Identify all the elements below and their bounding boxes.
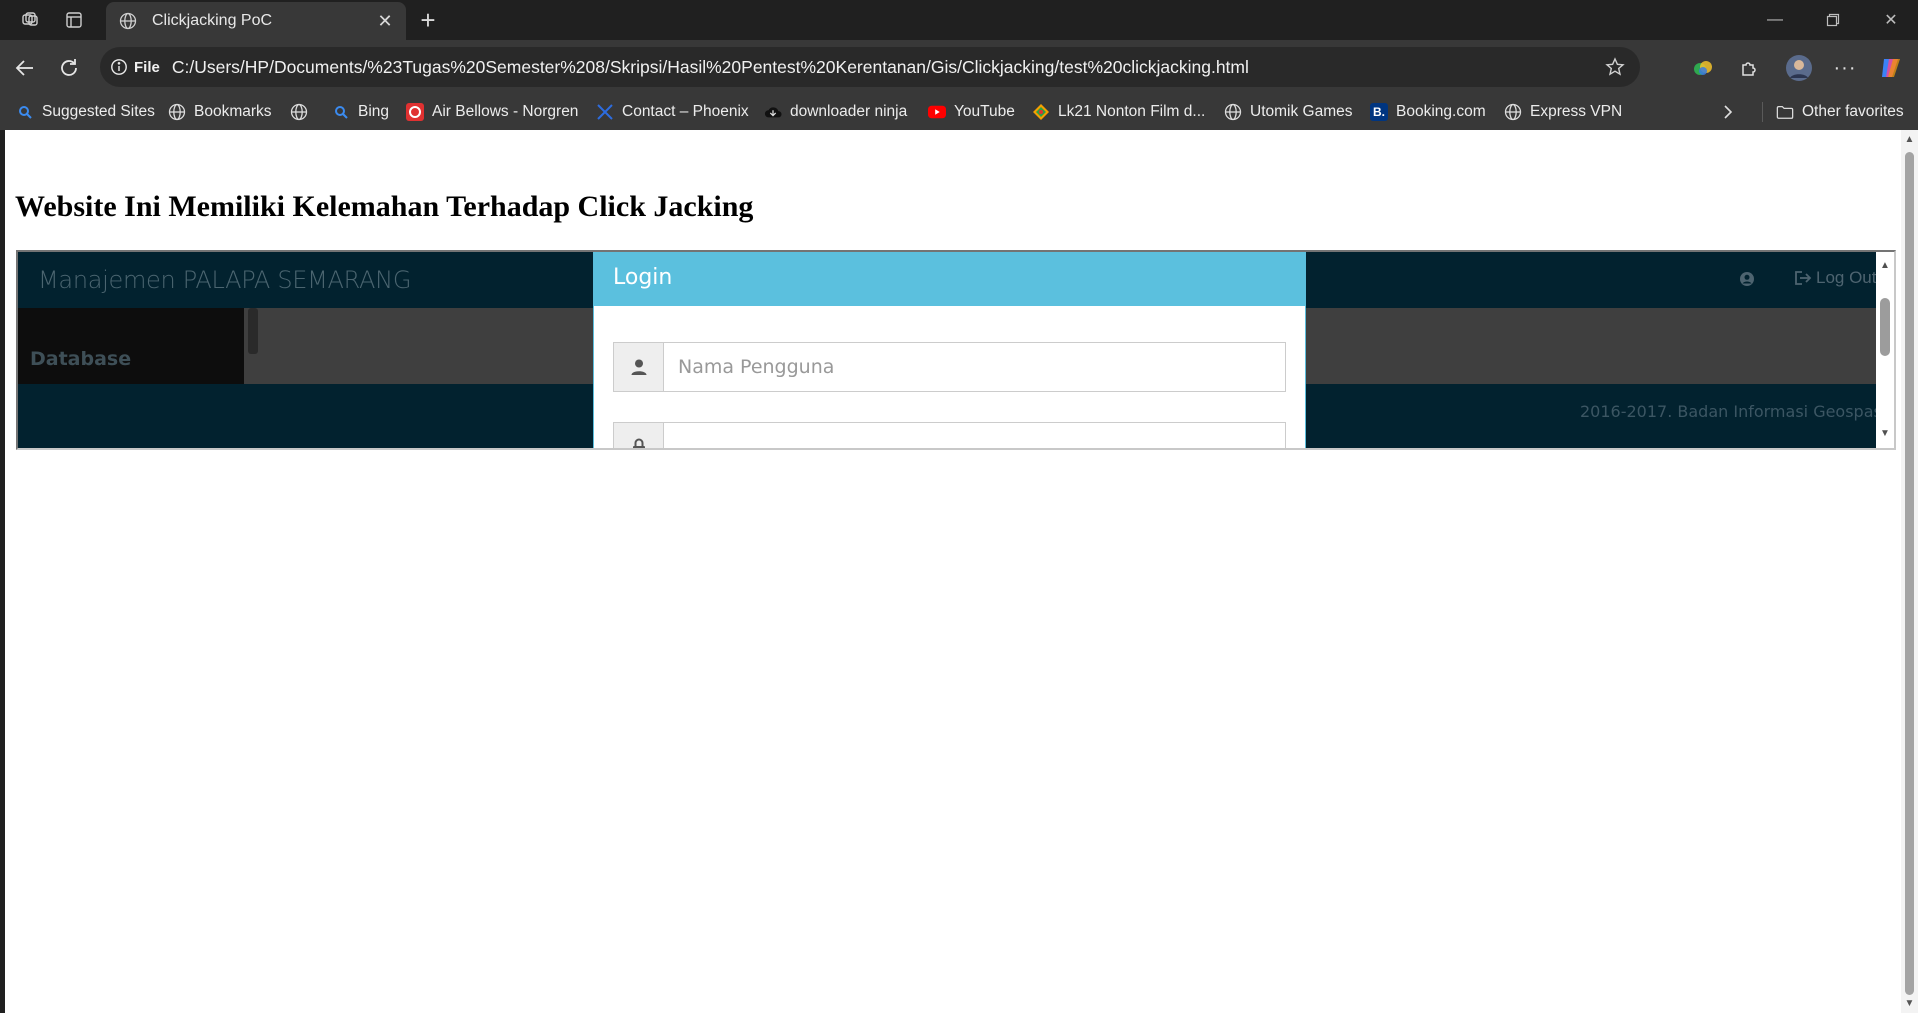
favorite-suggested-sites[interactable]: Suggested Sites xyxy=(16,100,155,124)
tab-strip: Clickjacking PoC ✕ + — ✕ xyxy=(0,0,1918,40)
iframe-scroll-thumb[interactable] xyxy=(1880,298,1890,356)
globe-icon xyxy=(290,103,308,121)
favorite-label: Utomik Games xyxy=(1250,103,1353,120)
scroll-down-icon[interactable]: ▼ xyxy=(1904,998,1915,1009)
site-brand[interactable]: Manajemen PALAPA SEMARANG xyxy=(38,266,411,294)
favorite-bing[interactable]: Bing xyxy=(332,100,389,124)
favorite-label: YouTube xyxy=(954,103,1015,120)
favorite-label: Suggested Sites xyxy=(42,103,155,120)
page-title: Website Ini Memiliki Kelemahan Terhadap … xyxy=(15,190,754,223)
sidebar-item-database[interactable]: Database xyxy=(30,348,131,370)
tab-clickjacking-poc[interactable]: Clickjacking PoC ✕ xyxy=(106,2,406,40)
globe-icon xyxy=(168,103,186,121)
search-icon xyxy=(332,103,350,121)
password-input[interactable] xyxy=(664,423,1285,448)
login-modal-title: Login xyxy=(594,252,1305,306)
favorite-label: Booking.com xyxy=(1396,103,1486,120)
address-bar[interactable]: File C:/Users/HP/Documents/%23Tugas%20Se… xyxy=(100,47,1640,87)
clickjacking-iframe[interactable]: Manajemen PALAPA SEMARANG Log Out Databa… xyxy=(16,250,1896,450)
scroll-up-icon[interactable]: ▲ xyxy=(1880,260,1890,271)
info-icon xyxy=(111,59,127,75)
favorite-label: Bookmarks xyxy=(194,103,272,120)
sidebar-scrollbar[interactable] xyxy=(248,308,258,354)
footer-copyright: 2016-2017. Badan Informasi Geospasial xyxy=(1580,402,1876,421)
url-text[interactable]: C:/Users/HP/Documents/%23Tugas%20Semeste… xyxy=(172,57,1249,78)
phoenix-icon xyxy=(596,103,614,121)
user-icon[interactable] xyxy=(1738,270,1756,288)
extension-colorful-icon[interactable] xyxy=(1688,53,1718,83)
new-tab-button[interactable]: + xyxy=(414,5,442,35)
iframe-scrollbar[interactable]: ▲ ▼ xyxy=(1876,252,1894,448)
page-scrollbar[interactable]: ▲ ▼ xyxy=(1901,130,1918,1013)
scheme-label: File xyxy=(134,58,160,76)
login-modal: Login xyxy=(593,252,1306,448)
page-viewport: Website Ini Memiliki Kelemahan Terhadap … xyxy=(5,130,1918,1013)
favorite-booking[interactable]: B. Booking.com xyxy=(1370,100,1486,124)
address-toolbar: File C:/Users/HP/Documents/%23Tugas%20Se… xyxy=(0,40,1918,94)
lk21-icon xyxy=(1032,103,1050,121)
restore-button[interactable] xyxy=(1806,0,1860,40)
lock-icon xyxy=(614,423,664,448)
logout-icon xyxy=(1795,271,1812,285)
booking-icon: B. xyxy=(1370,103,1388,121)
site-sidebar: Database xyxy=(18,308,258,384)
close-tab-icon[interactable]: ✕ xyxy=(374,10,396,32)
favorite-label: Contact – Phoenix xyxy=(622,103,749,120)
tab-title: Clickjacking PoC xyxy=(152,12,273,29)
favorite-downloader-ninja[interactable]: downloader ninja xyxy=(764,100,907,124)
tab-actions-icon[interactable] xyxy=(62,8,86,32)
favorite-air-bellows[interactable]: Air Bellows - Norgren xyxy=(406,100,578,124)
favorites-divider xyxy=(1762,102,1763,122)
favorite-bookmarks[interactable]: Bookmarks xyxy=(168,100,272,124)
other-favorites[interactable]: Other favorites xyxy=(1776,100,1904,124)
more-options-icon[interactable]: ··· xyxy=(1830,53,1860,83)
refresh-button[interactable] xyxy=(52,51,86,85)
username-input[interactable] xyxy=(664,343,1285,391)
favorite-star-icon[interactable] xyxy=(1604,56,1626,78)
profile-avatar[interactable] xyxy=(1784,53,1814,83)
favorite-globe[interactable] xyxy=(290,100,308,124)
globe-icon xyxy=(1504,103,1522,121)
search-icon xyxy=(16,103,34,121)
copilot-icon[interactable] xyxy=(1876,53,1906,83)
favorite-label: downloader ninja xyxy=(790,103,908,120)
more-favorites-chevron-icon[interactable] xyxy=(1722,100,1734,124)
globe-icon xyxy=(1224,103,1242,121)
site-info-chip[interactable]: File xyxy=(110,58,172,76)
folder-icon xyxy=(1776,103,1794,121)
user-icon xyxy=(614,343,664,391)
workspaces-icon[interactable] xyxy=(18,8,42,32)
favorite-youtube[interactable]: YouTube xyxy=(928,100,1015,124)
favorite-utomik-games[interactable]: Utomik Games xyxy=(1224,100,1353,124)
favorite-label: Air Bellows - Norgren xyxy=(432,103,579,120)
favorite-label: Lk21 Nonton Film d... xyxy=(1058,103,1206,120)
other-favorites-label: Other favorites xyxy=(1802,103,1904,120)
extensions-puzzle-icon[interactable] xyxy=(1734,53,1764,83)
close-window-button[interactable]: ✕ xyxy=(1864,0,1918,40)
back-button[interactable] xyxy=(8,51,42,85)
scroll-down-icon[interactable]: ▼ xyxy=(1880,428,1890,439)
favorite-lk21[interactable]: Lk21 Nonton Film d... xyxy=(1032,100,1205,124)
scroll-up-icon[interactable]: ▲ xyxy=(1904,134,1915,145)
favorite-label: Express VPN xyxy=(1530,103,1623,120)
minimize-button[interactable]: — xyxy=(1748,0,1802,40)
favorites-bar: Suggested Sites Bookmarks Bing Air Bello… xyxy=(0,94,1918,130)
cloud-download-icon xyxy=(764,103,782,121)
password-field xyxy=(613,422,1286,448)
favorite-label: Bing xyxy=(358,103,390,120)
globe-icon xyxy=(118,11,138,31)
norgren-icon xyxy=(406,103,424,121)
favorite-express-vpn[interactable]: Express VPN xyxy=(1504,100,1622,124)
favorite-contact-phoenix[interactable]: Contact – Phoenix xyxy=(596,100,749,124)
framed-site: Manajemen PALAPA SEMARANG Log Out Databa… xyxy=(18,252,1876,448)
youtube-icon xyxy=(928,103,946,121)
username-field xyxy=(613,342,1286,392)
page-scroll-thumb[interactable] xyxy=(1905,152,1914,995)
logout-link[interactable]: Log Out xyxy=(1794,268,1876,288)
logout-label: Log Out xyxy=(1816,268,1876,287)
